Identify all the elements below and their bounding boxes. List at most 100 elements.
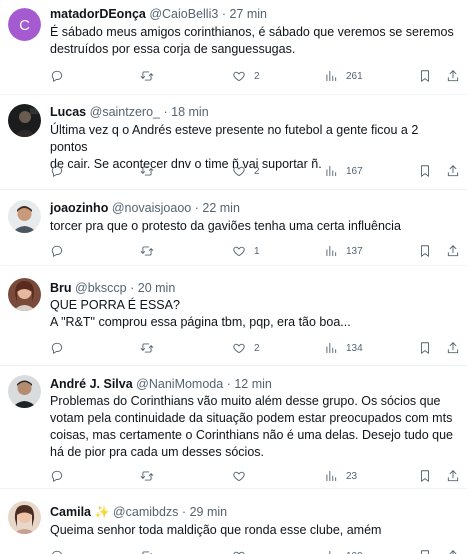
- tweet[interactable]: joaozinho @novaisjoaoo · 22 min torcer p…: [0, 190, 467, 266]
- avatar[interactable]: [8, 200, 41, 233]
- share-icon: [447, 245, 459, 257]
- like-count: 1: [254, 245, 260, 257]
- display-name[interactable]: André J. Silva: [50, 377, 133, 391]
- retweet-icon: [140, 71, 154, 81]
- views-button[interactable]: 137: [324, 242, 363, 260]
- bookmark-button[interactable]: [418, 339, 432, 357]
- tweet-line: coisas, mas certamente o Corinthians não…: [50, 428, 454, 442]
- avatar[interactable]: C: [8, 8, 41, 41]
- timestamp[interactable]: 20 min: [138, 281, 176, 295]
- handle[interactable]: @novaisjoaoo: [112, 201, 191, 215]
- avatar[interactable]: [8, 375, 41, 408]
- retweet-icon: [140, 471, 154, 481]
- display-name[interactable]: Camila: [50, 505, 91, 519]
- avatar[interactable]: [8, 501, 41, 534]
- avatar[interactable]: [8, 278, 41, 311]
- reply-button[interactable]: [50, 67, 72, 85]
- share-icon: [447, 342, 459, 354]
- reply-button[interactable]: [50, 162, 72, 180]
- reply-button[interactable]: [50, 242, 72, 260]
- action-bar: 23: [50, 467, 460, 485]
- retweet-button[interactable]: [140, 242, 162, 260]
- like-button[interactable]: [232, 547, 254, 554]
- like-button[interactable]: 2: [232, 162, 260, 180]
- bookmark-button[interactable]: [418, 547, 432, 554]
- timestamp[interactable]: 18 min: [171, 105, 209, 119]
- like-icon: [233, 471, 245, 482]
- tweet[interactable]: André J. Silva @NaniMomoda · 12 min Prob…: [0, 366, 467, 489]
- retweet-button[interactable]: [140, 67, 162, 85]
- avatar-letter: C: [19, 17, 30, 34]
- tweet-line: QUE PORRA É ESSA?: [50, 298, 180, 312]
- display-name[interactable]: joaozinho: [50, 201, 108, 215]
- display-name[interactable]: matadorDEonça: [50, 7, 146, 21]
- bookmark-icon: [421, 550, 429, 554]
- tweet[interactable]: Lucas @saintzero_ · 18 min Última vez q …: [0, 95, 467, 190]
- share-button[interactable]: [446, 339, 460, 357]
- tweet-text: É sábado meus amigos corinthianos, é sáb…: [50, 24, 457, 58]
- tweet-line: A "R&T" comprou essa página tbm, pqp, er…: [50, 315, 351, 329]
- tweet-line: Problemas do Corinthians vão muito além …: [50, 394, 441, 408]
- display-name[interactable]: Lucas: [50, 105, 86, 119]
- like-button[interactable]: 1: [232, 242, 260, 260]
- views-button[interactable]: 100: [324, 547, 363, 554]
- retweet-button[interactable]: [140, 547, 162, 554]
- retweet-button[interactable]: [140, 162, 162, 180]
- separator: ·: [226, 377, 231, 391]
- tweet-line: há de pior pra cada um desses sócios.: [50, 445, 265, 459]
- tweet-text: torcer pra que o protesto da gaviões ten…: [50, 218, 457, 235]
- bookmark-icon: [421, 165, 429, 177]
- handle[interactable]: @saintzero_: [90, 105, 160, 119]
- reply-button[interactable]: [50, 339, 72, 357]
- bookmark-button[interactable]: [418, 162, 432, 180]
- separator: ·: [181, 505, 187, 519]
- share-icon: [447, 70, 459, 82]
- avatar[interactable]: [8, 104, 41, 137]
- timestamp[interactable]: 27 min: [229, 7, 267, 21]
- tweet-line: votam pela continuidade da situação pode…: [50, 411, 453, 425]
- views-button[interactable]: 134: [324, 339, 363, 357]
- timestamp[interactable]: 12 min: [234, 377, 272, 391]
- share-button[interactable]: [446, 162, 460, 180]
- reply-button[interactable]: [50, 467, 72, 485]
- views-icon: [326, 470, 337, 482]
- timestamp[interactable]: 29 min: [190, 505, 228, 519]
- views-count: 100: [346, 551, 363, 554]
- retweet-button[interactable]: [140, 339, 162, 357]
- handle[interactable]: @bksccp: [75, 281, 127, 295]
- share-button[interactable]: [446, 467, 460, 485]
- like-icon: [233, 343, 245, 354]
- timestamp[interactable]: 22 min: [202, 201, 240, 215]
- tweet[interactable]: C matadorDEonça @CaioBelli3 · 27 min É s…: [0, 0, 467, 95]
- reply-icon: [51, 165, 63, 177]
- like-button[interactable]: [232, 467, 254, 485]
- bookmark-button[interactable]: [418, 242, 432, 260]
- bookmark-button[interactable]: [418, 67, 432, 85]
- like-count: 2: [254, 70, 260, 82]
- separator: ·: [221, 7, 226, 21]
- action-bar: 1 137: [50, 242, 460, 260]
- reply-button[interactable]: [50, 547, 72, 554]
- retweet-icon: [140, 166, 154, 176]
- handle[interactable]: @NaniMomoda: [136, 377, 223, 391]
- action-bar: 2 167: [50, 162, 460, 180]
- bookmark-button[interactable]: [418, 467, 432, 485]
- views-button[interactable]: 261: [324, 67, 363, 85]
- like-button[interactable]: 2: [232, 339, 260, 357]
- share-button[interactable]: [446, 242, 460, 260]
- like-count: 2: [254, 165, 260, 177]
- sparkles-emoji: ✨: [94, 505, 110, 519]
- share-button[interactable]: [446, 547, 460, 554]
- share-icon: [447, 470, 459, 482]
- display-name[interactable]: Bru: [50, 281, 72, 295]
- views-button[interactable]: 167: [324, 162, 363, 180]
- tweet[interactable]: Camila ✨ @camibdzs · 29 min Queima senho…: [0, 489, 467, 554]
- share-button[interactable]: [446, 67, 460, 85]
- handle[interactable]: @CaioBelli3: [149, 7, 218, 21]
- handle[interactable]: @camibdzs: [113, 505, 179, 519]
- views-button[interactable]: 23: [324, 467, 357, 485]
- tweet[interactable]: Bru @bksccp · 20 min QUE PORRA É ESSA? A…: [0, 266, 467, 366]
- like-button[interactable]: 2: [232, 67, 260, 85]
- retweet-button[interactable]: [140, 467, 162, 485]
- views-icon: [326, 165, 337, 177]
